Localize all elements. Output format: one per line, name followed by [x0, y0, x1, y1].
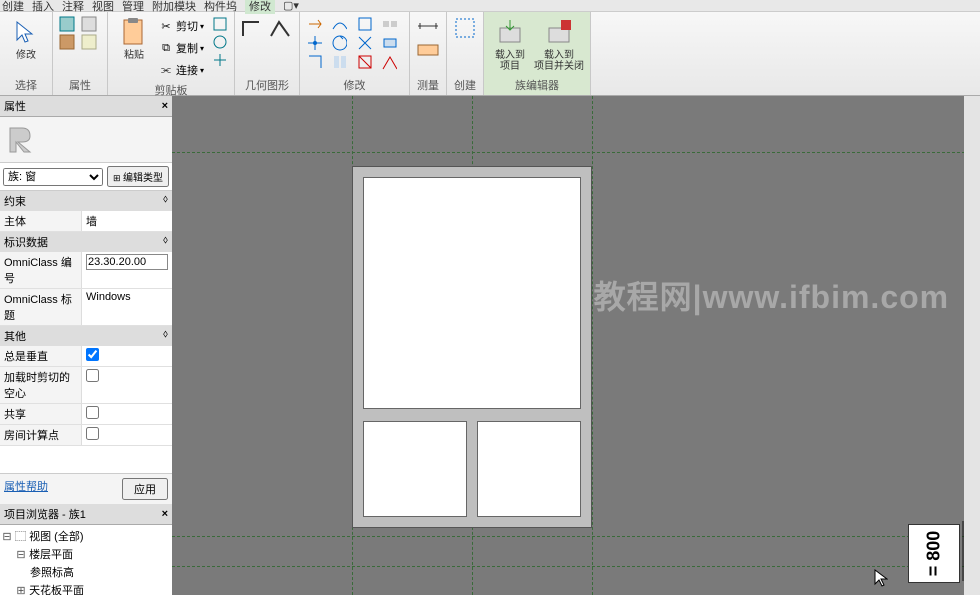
ribbon-group-modify: 修改 — [300, 12, 410, 95]
clip-extra-1[interactable] — [212, 16, 228, 32]
mod-tool-7[interactable] — [356, 35, 372, 51]
properties-panel-title: 属性 × — [0, 96, 172, 117]
ribbon-group-properties: 属性 — [53, 12, 108, 95]
load-into-project-button[interactable]: 载入到 项目 — [490, 16, 530, 74]
measure-tool-2[interactable] — [416, 40, 440, 60]
window-family-geometry[interactable] — [352, 166, 592, 528]
room-calc-label: 房间计算点 — [0, 425, 82, 445]
prop-icon-1[interactable] — [59, 16, 75, 32]
drawing-canvas[interactable]: BIM教程网|www.ifbim.com = 800 — [172, 96, 980, 595]
ref-plane-v[interactable] — [592, 96, 593, 595]
properties-help-link[interactable]: 属性帮助 — [4, 478, 48, 500]
section-identity[interactable]: 标识数据⬨ — [0, 232, 172, 252]
load-close-icon — [543, 16, 575, 48]
revit-logo-icon — [4, 122, 40, 158]
window-pane-top[interactable] — [363, 177, 581, 409]
mod-tool-6[interactable] — [331, 35, 347, 51]
cut-icon: ✂ — [158, 18, 174, 34]
section-other[interactable]: 其他⬨ — [0, 326, 172, 346]
always-vertical-label: 总是垂直 — [0, 346, 82, 366]
cut-void-checkbox[interactable] — [86, 369, 99, 382]
type-selector[interactable]: 族: 窗 — [3, 168, 103, 186]
shared-label: 共享 — [0, 404, 82, 424]
prop-icon-2[interactable] — [81, 16, 97, 32]
ref-plane-h[interactable] — [172, 536, 980, 537]
project-browser-title: 项目浏览器 - 族1 × — [0, 504, 172, 525]
mod-tool-4[interactable] — [381, 16, 397, 32]
cut-button[interactable]: ✂剪切▾ — [158, 16, 204, 36]
window-pane-bottom-right[interactable] — [477, 421, 581, 517]
modify-tool-button[interactable]: 修改 — [6, 16, 46, 74]
host-value[interactable]: 墙 — [82, 211, 172, 231]
ribbon-group-family-editor: 载入到 项目 载入到 项目并关闭 族编辑器 — [484, 12, 591, 95]
type-selector-row: 族: 窗 ⊞ 编辑类型 — [0, 163, 172, 191]
omniclass-title-label: OmniClass 标题 — [0, 289, 82, 325]
left-panels: 属性 × 族: 窗 ⊞ 编辑类型 约束⬨ 主体墙 标识数据⬨ OmniClass… — [0, 96, 172, 595]
copy-icon: ⧉ — [158, 40, 174, 56]
prop-icon-3[interactable] — [59, 34, 75, 50]
edit-type-button[interactable]: ⊞ 编辑类型 — [107, 166, 169, 187]
geom-tool-1[interactable] — [241, 16, 265, 40]
clip-extra-3[interactable] — [212, 52, 228, 68]
ribbon-group-create: 创建 — [447, 12, 484, 95]
ref-plane-h[interactable] — [172, 152, 980, 153]
geom-tool-2[interactable] — [269, 16, 293, 40]
mod-tool-5[interactable] — [306, 35, 322, 51]
mod-tool-9[interactable] — [306, 54, 322, 70]
create-tool[interactable] — [453, 16, 477, 40]
close-icon[interactable]: × — [162, 100, 168, 112]
prop-icon-4[interactable] — [81, 34, 97, 50]
load-project-icon — [494, 16, 526, 48]
mouse-cursor-icon — [874, 569, 888, 587]
menu-bar: 创建 插入 注释 视图 管理 附加模块 构件坞 修改 ▢▾ — [0, 0, 980, 12]
omniclass-num-label: OmniClass 编号 — [0, 252, 82, 288]
ribbon-group-measure: 测量 — [410, 12, 447, 95]
project-browser-tree[interactable]: ⊟ ⬚ 视图 (全部) ⊟ 楼层平面 参照标高 ⊞ 天花板平面 ⊞ 三维视图 ⊟… — [0, 525, 172, 595]
tree-views-all[interactable]: ⊟ ⬚ 视图 (全部) — [2, 527, 170, 545]
paste-icon — [118, 16, 150, 48]
mod-tool-12[interactable] — [381, 54, 397, 70]
cursor-icon — [10, 16, 42, 48]
omniclass-title-value[interactable]: Windows — [82, 289, 172, 325]
watermark-text: BIM教程网|www.ifbim.com — [532, 272, 949, 318]
mod-tool-3[interactable] — [356, 16, 372, 32]
window-pane-bottom-left[interactable] — [363, 421, 467, 517]
mod-tool-8[interactable] — [381, 35, 397, 51]
mod-tool-10[interactable] — [331, 54, 347, 70]
ribbon-group-clipboard: 粘贴 ✂剪切▾ ⧉复制▾ ⫘连接▾ 剪贴板 — [108, 12, 235, 95]
load-into-project-close-button[interactable]: 载入到 项目并关闭 — [534, 16, 584, 74]
measure-tool-1[interactable] — [416, 16, 440, 36]
cut-void-label: 加载时剪切的空心 — [0, 367, 82, 403]
tree-ref-level[interactable]: 参照标高 — [2, 563, 170, 581]
always-vertical-checkbox[interactable] — [86, 348, 99, 361]
host-label: 主体 — [0, 211, 82, 231]
connect-button[interactable]: ⫘连接▾ — [158, 60, 204, 80]
menu-overflow-icon[interactable]: ▢▾ — [283, 0, 299, 12]
section-constraints[interactable]: 约束⬨ — [0, 191, 172, 211]
tree-floor-plans[interactable]: ⊟ 楼层平面 — [2, 545, 170, 563]
dimension-label[interactable]: = 800 — [908, 524, 960, 583]
tree-ceiling-plans[interactable]: ⊞ 天花板平面 — [2, 581, 170, 595]
room-calc-checkbox[interactable] — [86, 427, 99, 440]
shared-checkbox[interactable] — [86, 406, 99, 419]
clip-extra-2[interactable] — [212, 34, 228, 50]
copy-button[interactable]: ⧉复制▾ — [158, 38, 204, 58]
paste-button[interactable]: 粘贴 — [114, 16, 154, 74]
mod-tool-2[interactable] — [331, 16, 347, 32]
omniclass-num-input[interactable] — [86, 254, 168, 270]
apply-button[interactable]: 应用 — [122, 478, 168, 500]
ribbon: 修改 选择 属性 粘贴 ✂剪切▾ ⧉复制▾ ⫘连接▾ — [0, 12, 980, 96]
mod-tool-1[interactable] — [306, 16, 322, 32]
properties-header — [0, 117, 172, 163]
ribbon-group-select: 修改 选择 — [0, 12, 53, 95]
connect-icon: ⫘ — [158, 62, 174, 78]
properties-footer: 属性帮助 应用 — [0, 473, 172, 504]
vertical-scrollbar[interactable] — [964, 96, 980, 595]
mod-tool-11[interactable] — [356, 54, 372, 70]
ribbon-group-geometry: 几何图形 — [235, 12, 300, 95]
ref-plane-h[interactable] — [172, 566, 980, 567]
close-icon[interactable]: × — [162, 508, 168, 520]
